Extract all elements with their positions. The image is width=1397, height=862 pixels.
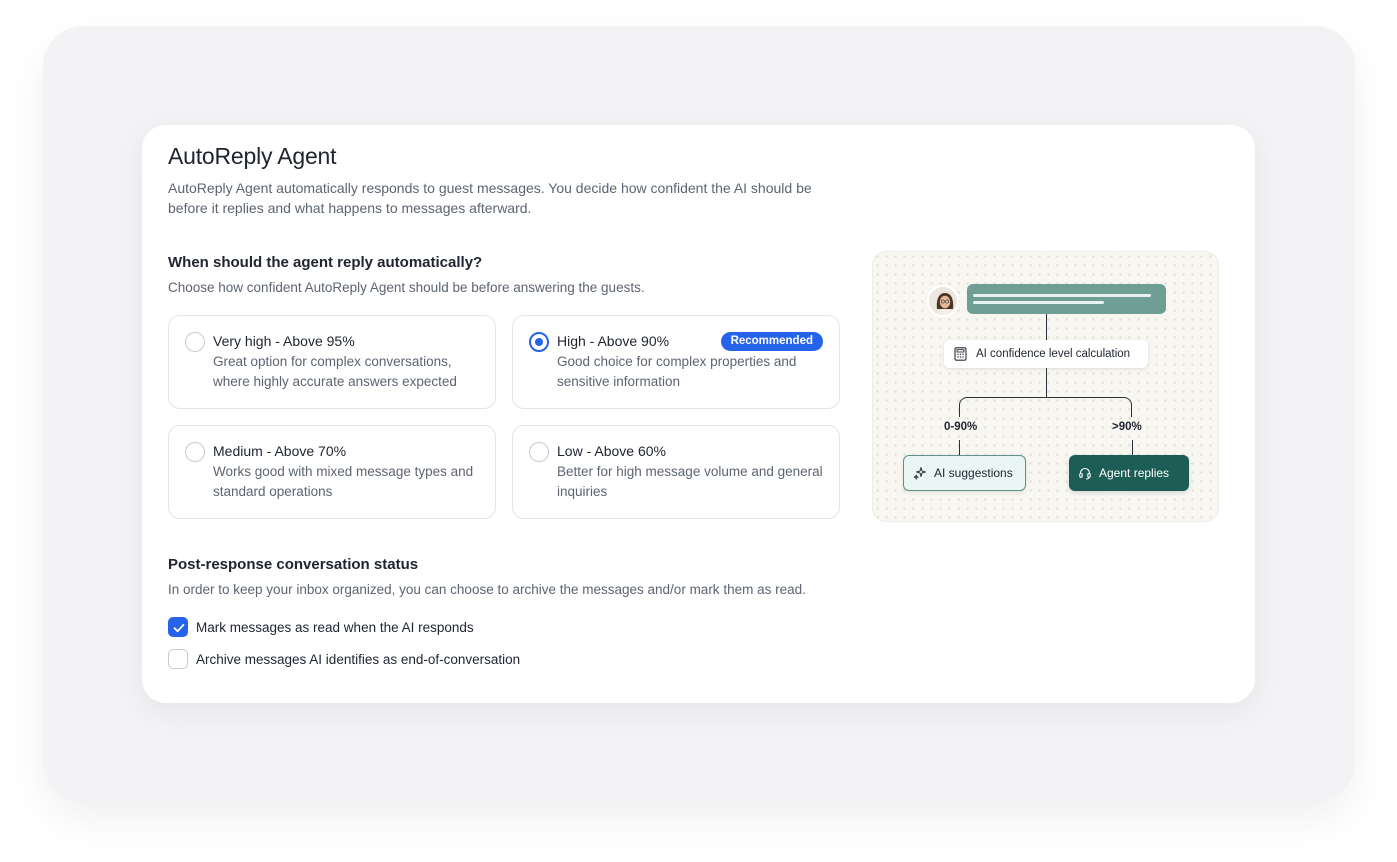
option-label: Very high - Above 95%	[213, 333, 355, 349]
archive-label: Archive messages AI identifies as end-of…	[196, 651, 521, 667]
sparkles-icon	[913, 466, 927, 480]
option-low[interactable]: Low - Above 60% Better for high message …	[512, 425, 840, 519]
branch-connector	[959, 397, 1132, 417]
option-description: Works good with mixed message types and …	[213, 464, 474, 499]
mark-read-checkbox[interactable]	[168, 617, 188, 637]
settings-card: AutoReply Agent AutoReply Agent automati…	[142, 125, 1255, 703]
radio-low[interactable]	[529, 442, 549, 462]
ai-suggestions-node: AI suggestions	[903, 455, 1026, 491]
post-response-section-title: Post-response conversation status	[168, 556, 419, 573]
page-title: AutoReply Agent	[168, 143, 337, 169]
mark-read-option[interactable]: Mark messages as read when the AI respon…	[168, 617, 474, 637]
option-high[interactable]: High - Above 90% Recommended Good choice…	[512, 315, 840, 409]
low-range-label: 0-90%	[944, 421, 978, 433]
page-description: AutoReply Agent automatically responds t…	[168, 180, 812, 216]
option-description: Great option for complex conversations, …	[213, 354, 457, 389]
radio-very-high[interactable]	[185, 332, 205, 352]
radio-medium[interactable]	[185, 442, 205, 462]
option-description: Better for high message volume and gener…	[557, 464, 823, 499]
avatar	[927, 285, 959, 317]
calc-label: AI confidence level calculation	[976, 348, 1131, 360]
headset-icon	[1078, 466, 1092, 480]
recommended-badge: Recommended	[720, 332, 823, 351]
archive-option[interactable]: Archive messages AI identifies as end-of…	[168, 649, 520, 669]
option-label: Medium - Above 70%	[213, 443, 347, 459]
confidence-section-title: When should the agent reply automaticall…	[168, 254, 483, 271]
option-label: Low - Above 60%	[557, 443, 666, 459]
message-bubble	[967, 284, 1166, 314]
high-range-label: >90%	[1112, 421, 1142, 433]
archive-checkbox[interactable]	[168, 649, 188, 669]
option-label: High - Above 90%	[557, 333, 670, 349]
option-medium[interactable]: Medium - Above 70% Works good with mixed…	[168, 425, 496, 519]
ai-suggestions-label: AI suggestions	[934, 466, 1013, 480]
option-description: Good choice for complex properties and s…	[557, 354, 797, 389]
option-very-high[interactable]: Very high - Above 95% Great option for c…	[168, 315, 496, 409]
confidence-section-subtitle: Choose how confident AutoReply Agent sho…	[168, 280, 645, 295]
confidence-calculation-box: AI confidence level calculation	[944, 340, 1148, 368]
mark-read-label: Mark messages as read when the AI respon…	[196, 619, 474, 635]
agent-replies-label: Agent replies	[1099, 466, 1170, 480]
calculator-icon	[954, 347, 967, 361]
flow-diagram: AI confidence level calculation 0-90% >9…	[872, 251, 1219, 522]
checkmark-icon	[173, 623, 185, 633]
agent-replies-node: Agent replies	[1069, 455, 1189, 491]
post-response-section-subtitle: In order to keep your inbox organized, y…	[168, 582, 806, 597]
radio-high[interactable]	[529, 332, 549, 352]
